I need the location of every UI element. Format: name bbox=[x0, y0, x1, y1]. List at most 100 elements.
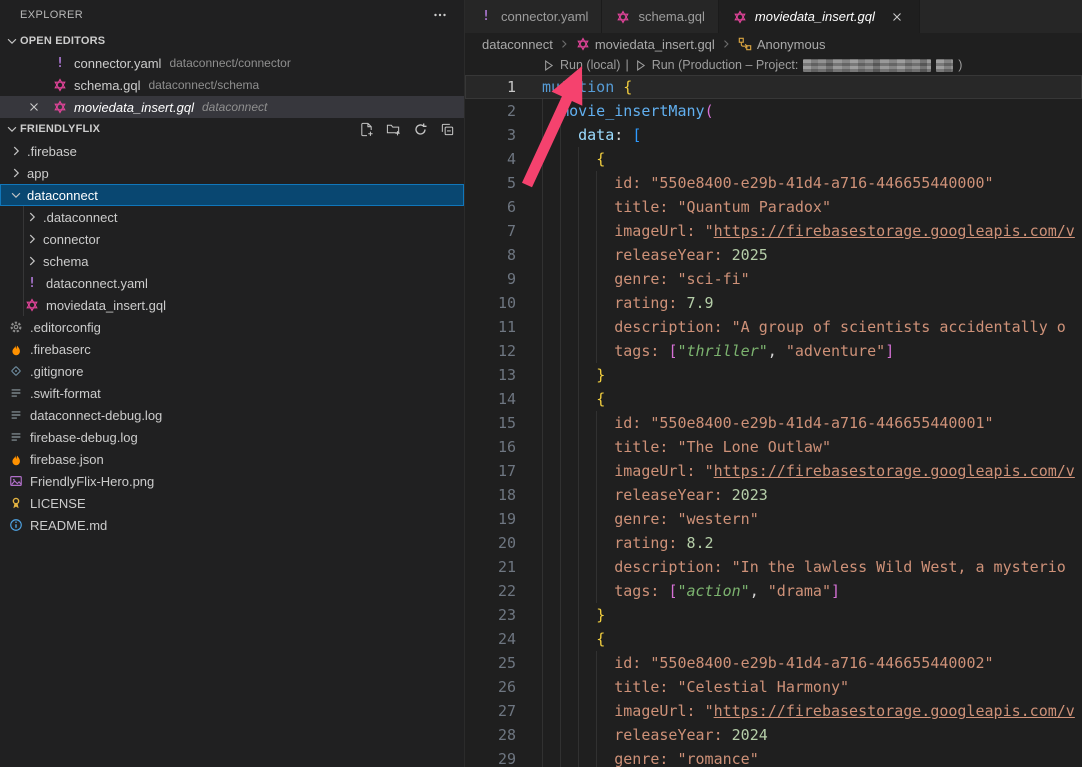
tree-item-.firebase[interactable]: .firebase bbox=[0, 140, 464, 162]
code-line-4[interactable]: 4 { bbox=[465, 147, 1082, 171]
open-editor-moviedata_insert.gql[interactable]: moviedata_insert.gqldataconnect bbox=[0, 96, 464, 118]
line-number: 14 bbox=[465, 387, 516, 411]
line-content: imageUrl: "https://firebasestorage.googl… bbox=[542, 699, 1082, 723]
tree-item-.gitignore[interactable]: .gitignore bbox=[0, 360, 464, 382]
code-line-12[interactable]: 12 tags: ["thriller", "adventure"] bbox=[465, 339, 1082, 363]
run-production-link[interactable]: Run (Production – Project: bbox=[652, 58, 799, 72]
file-label: dataconnect.yaml bbox=[46, 276, 148, 291]
tree-item-.editorconfig[interactable]: .editorconfig bbox=[0, 316, 464, 338]
tree-item-FriendlyFlix-Hero.png[interactable]: FriendlyFlix-Hero.png bbox=[0, 470, 464, 492]
code-line-1[interactable]: 1mutation { bbox=[465, 75, 1082, 99]
code-line-2[interactable]: 2 movie_insertMany( bbox=[465, 99, 1082, 123]
code-line-17[interactable]: 17 imageUrl: "https://firebasestorage.go… bbox=[465, 459, 1082, 483]
tree-item-dataconnect.yaml[interactable]: ! dataconnect.yaml bbox=[0, 272, 464, 294]
code-line-27[interactable]: 27 imageUrl: "https://firebasestorage.go… bbox=[465, 699, 1082, 723]
project-section-header[interactable]: FRIENDLYFLIX bbox=[0, 118, 464, 140]
yaml-icon: ! bbox=[478, 9, 494, 25]
open-editor-label: connector.yaml bbox=[74, 56, 161, 71]
new-folder-icon[interactable] bbox=[384, 120, 402, 138]
line-content: tags: ["thriller", "adventure"] bbox=[542, 339, 1082, 363]
tree-item-schema[interactable]: schema bbox=[0, 250, 464, 272]
file-label: moviedata_insert.gql bbox=[46, 298, 166, 313]
refresh-icon[interactable] bbox=[411, 120, 429, 138]
chevron-right-icon bbox=[24, 253, 40, 269]
breadcrumb-separator-icon bbox=[558, 38, 570, 50]
more-actions-icon[interactable] bbox=[430, 5, 450, 25]
folder-label: schema bbox=[43, 254, 89, 269]
code-line-22[interactable]: 22 tags: ["action", "drama"] bbox=[465, 579, 1082, 603]
tree-item-firebase.json[interactable]: firebase.json bbox=[0, 448, 464, 470]
file-label: firebase.json bbox=[30, 452, 104, 467]
code-line-15[interactable]: 15 id: "550e8400-e29b-41d4-a716-44665544… bbox=[465, 411, 1082, 435]
tab-schema.gql[interactable]: schema.gql bbox=[602, 0, 718, 33]
firebase-icon bbox=[8, 451, 24, 467]
breadcrumb-item-moviedata_insert.gql[interactable]: moviedata_insert.gql bbox=[575, 36, 715, 52]
line-number: 26 bbox=[465, 675, 516, 699]
explorer-header: EXPLORER bbox=[0, 0, 464, 30]
code-line-20[interactable]: 20 rating: 8.2 bbox=[465, 531, 1082, 555]
code-line-23[interactable]: 23 } bbox=[465, 603, 1082, 627]
tree-item-dataconnect-debug.log[interactable]: dataconnect-debug.log bbox=[0, 404, 464, 426]
code-line-7[interactable]: 7 imageUrl: "https://firebasestorage.goo… bbox=[465, 219, 1082, 243]
tab-moviedata_insert.gql[interactable]: moviedata_insert.gql bbox=[719, 0, 920, 33]
file-label: .firebaserc bbox=[30, 342, 91, 357]
tree-item-firebase-debug.log[interactable]: firebase-debug.log bbox=[0, 426, 464, 448]
code-line-29[interactable]: 29 genre: "romance" bbox=[465, 747, 1082, 767]
breadcrumb-item-dataconnect[interactable]: dataconnect bbox=[482, 37, 553, 52]
code-line-5[interactable]: 5 id: "550e8400-e29b-41d4-a716-446655440… bbox=[465, 171, 1082, 195]
open-editor-schema.gql[interactable]: schema.gqldataconnect/schema bbox=[0, 74, 464, 96]
code-line-8[interactable]: 8 releaseYear: 2025 bbox=[465, 243, 1082, 267]
open-editors-list: !connector.yamldataconnect/connectorsche… bbox=[0, 52, 464, 118]
tab-close-icon[interactable] bbox=[888, 8, 906, 26]
code-line-26[interactable]: 26 title: "Celestial Harmony" bbox=[465, 675, 1082, 699]
tab-connector.yaml[interactable]: !connector.yaml bbox=[465, 0, 602, 33]
code-line-18[interactable]: 18 releaseYear: 2023 bbox=[465, 483, 1082, 507]
file-label: .gitignore bbox=[30, 364, 83, 379]
code-line-13[interactable]: 13 } bbox=[465, 363, 1082, 387]
yaml-icon: ! bbox=[24, 275, 40, 291]
line-number: 20 bbox=[465, 531, 516, 555]
tree-item-dataconnect[interactable]: dataconnect bbox=[0, 184, 464, 206]
tree-item-.dataconnect[interactable]: .dataconnect bbox=[0, 206, 464, 228]
code-line-6[interactable]: 6 title: "Quantum Paradox" bbox=[465, 195, 1082, 219]
line-content: { bbox=[542, 627, 1082, 651]
new-file-icon[interactable] bbox=[357, 120, 375, 138]
line-number: 8 bbox=[465, 243, 516, 267]
code-editor[interactable]: Run (local) | Run (Production – Project:… bbox=[465, 55, 1082, 767]
tree-item-.firebaserc[interactable]: .firebaserc bbox=[0, 338, 464, 360]
file-label: firebase-debug.log bbox=[30, 430, 138, 445]
tree-item-LICENSE[interactable]: LICENSE bbox=[0, 492, 464, 514]
code-line-24[interactable]: 24 { bbox=[465, 627, 1082, 651]
code-line-11[interactable]: 11 description: "A group of scientists a… bbox=[465, 315, 1082, 339]
code-line-9[interactable]: 9 genre: "sci-fi" bbox=[465, 267, 1082, 291]
code-line-3[interactable]: 3 data: [ bbox=[465, 123, 1082, 147]
tree-item-.swift-format[interactable]: .swift-format bbox=[0, 382, 464, 404]
open-editor-label: schema.gql bbox=[74, 78, 140, 93]
line-content: releaseYear: 2023 bbox=[542, 483, 1082, 507]
line-number: 7 bbox=[465, 219, 516, 243]
code-line-21[interactable]: 21 description: "In the lawless Wild Wes… bbox=[465, 555, 1082, 579]
code-line-28[interactable]: 28 releaseYear: 2024 bbox=[465, 723, 1082, 747]
open-editor-connector.yaml[interactable]: !connector.yamldataconnect/connector bbox=[0, 52, 464, 74]
log-icon bbox=[8, 429, 24, 445]
code-line-10[interactable]: 10 rating: 7.9 bbox=[465, 291, 1082, 315]
tree-item-README.md[interactable]: README.md bbox=[0, 514, 464, 536]
collapse-all-icon[interactable] bbox=[438, 120, 456, 138]
run-local-link[interactable]: Run (local) bbox=[560, 58, 620, 72]
folder-label: connector bbox=[43, 232, 100, 247]
chevron-down-icon bbox=[4, 33, 20, 49]
tree-item-app[interactable]: app bbox=[0, 162, 464, 184]
code-line-25[interactable]: 25 id: "550e8400-e29b-41d4-a716-44665544… bbox=[465, 651, 1082, 675]
code-line-19[interactable]: 19 genre: "western" bbox=[465, 507, 1082, 531]
line-number: 9 bbox=[465, 267, 516, 291]
vscode-window: EXPLORER OPEN EDITORS !connector.yamldat… bbox=[0, 0, 1082, 767]
line-number: 13 bbox=[465, 363, 516, 387]
code-line-14[interactable]: 14 { bbox=[465, 387, 1082, 411]
line-number: 12 bbox=[465, 339, 516, 363]
breadcrumb-item-Anonymous[interactable]: Anonymous bbox=[737, 36, 826, 52]
open-editors-header[interactable]: OPEN EDITORS bbox=[0, 30, 464, 52]
close-icon[interactable] bbox=[26, 99, 42, 115]
tree-item-moviedata_insert.gql[interactable]: moviedata_insert.gql bbox=[0, 294, 464, 316]
tree-item-connector[interactable]: connector bbox=[0, 228, 464, 250]
code-line-16[interactable]: 16 title: "The Lone Outlaw" bbox=[465, 435, 1082, 459]
